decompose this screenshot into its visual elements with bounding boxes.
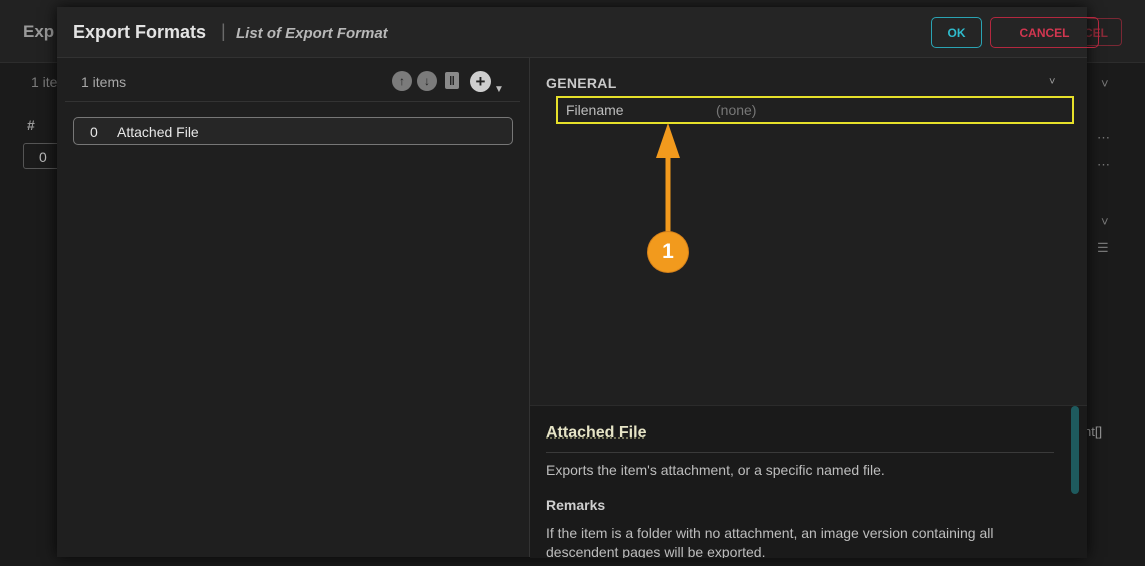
annotation-arrow xyxy=(656,123,680,232)
annotation-callout: 1 xyxy=(648,232,688,272)
